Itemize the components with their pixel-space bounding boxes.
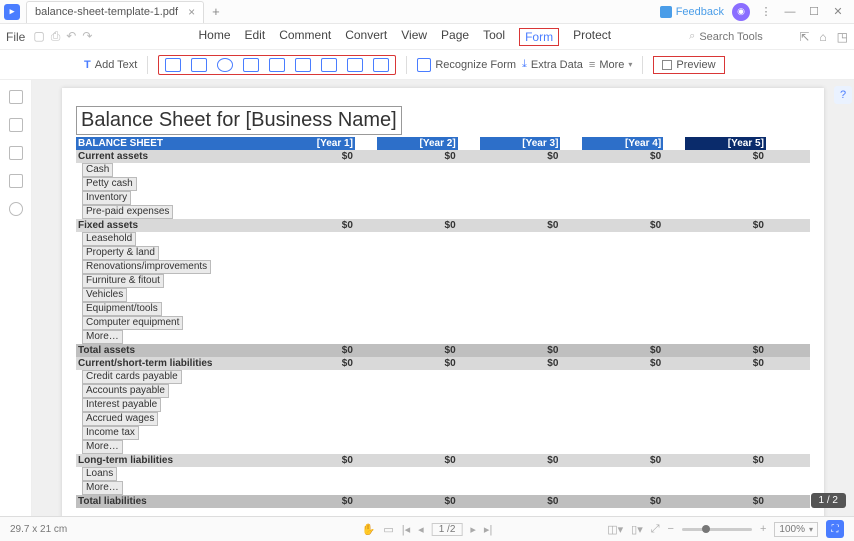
zoom-in-icon[interactable]: +: [760, 523, 766, 535]
feedback-icon: [660, 6, 672, 18]
zoom-value[interactable]: 100%▾: [774, 522, 818, 537]
menu-convert[interactable]: Convert: [345, 28, 387, 46]
close-window-button[interactable]: ✕: [826, 5, 850, 18]
fit-icon[interactable]: ⤢: [651, 523, 660, 536]
add-tab-button[interactable]: +: [212, 4, 220, 19]
annotations-panel-icon[interactable]: [9, 146, 23, 160]
list-field-icon[interactable]: [269, 58, 285, 72]
menu-home[interactable]: Home: [198, 28, 230, 46]
close-tab-icon[interactable]: ×: [188, 5, 195, 19]
fullscreen-button[interactable]: ⛶: [826, 520, 844, 538]
page-number[interactable]: 1 /2: [432, 523, 463, 536]
form-field[interactable]: Cash: [82, 163, 113, 177]
form-field[interactable]: Property & land: [82, 246, 159, 260]
text-field-icon[interactable]: [165, 58, 181, 72]
balance-sheet-table: BALANCE SHEET[Year 1][Year 2][Year 3][Ye…: [76, 137, 810, 516]
signature-field-icon[interactable]: [347, 58, 363, 72]
preview-button[interactable]: Preview: [653, 56, 724, 74]
document-page: Balance Sheet for [Business Name] BALANC…: [62, 88, 824, 516]
image-field-icon[interactable]: [321, 58, 337, 72]
preview-icon: [662, 60, 672, 70]
tab-filename: balance-sheet-template-1.pdf: [35, 6, 178, 18]
form-field[interactable]: Pre-paid expenses: [82, 205, 173, 219]
document-tab[interactable]: balance-sheet-template-1.pdf ×: [26, 1, 204, 23]
select-tool-icon[interactable]: ▭: [383, 523, 393, 536]
bookmarks-panel-icon[interactable]: [9, 118, 23, 132]
prev-page-icon[interactable]: ◂: [418, 523, 424, 536]
attachments-panel-icon[interactable]: [9, 174, 23, 188]
fit-width-icon[interactable]: ◫▾: [607, 523, 623, 536]
form-field[interactable]: Credit cards payable: [82, 370, 182, 384]
menu-view[interactable]: View: [401, 28, 427, 46]
zoom-out-icon[interactable]: −: [668, 523, 674, 535]
home-icon[interactable]: ⌂: [819, 30, 826, 44]
form-field[interactable]: More…: [82, 440, 123, 454]
more-button[interactable]: ≡More▾: [589, 59, 633, 71]
page-dimensions: 29.7 x 21 cm: [10, 524, 67, 535]
checkbox-field-icon[interactable]: [191, 58, 207, 72]
form-field[interactable]: Income tax: [82, 426, 139, 440]
button-field-icon[interactable]: [295, 58, 311, 72]
recognize-form-button[interactable]: Recognize Form: [417, 58, 516, 72]
redo-icon[interactable]: ↷: [82, 29, 92, 44]
hand-tool-icon[interactable]: ✋: [362, 523, 376, 536]
form-field[interactable]: Vehicles: [82, 288, 127, 302]
share-icon[interactable]: ⇱: [799, 30, 809, 44]
form-field[interactable]: Inventory: [82, 191, 131, 205]
user-avatar[interactable]: ◉: [732, 3, 750, 21]
minimize-button[interactable]: —: [778, 6, 802, 18]
expand-icon[interactable]: ◳: [837, 30, 848, 44]
zoom-slider[interactable]: [682, 528, 752, 531]
feedback-link[interactable]: Feedback: [660, 6, 724, 18]
search-icon: ⌕: [689, 30, 695, 43]
date-field-icon[interactable]: [373, 58, 389, 72]
form-field[interactable]: Loans: [82, 467, 117, 481]
form-field[interactable]: More…: [82, 481, 123, 495]
recognize-icon: [417, 58, 431, 72]
menu-tool[interactable]: Tool: [483, 28, 505, 46]
save-icon[interactable]: ▢: [33, 29, 44, 44]
form-field[interactable]: Leasehold: [82, 232, 136, 246]
page-indicator: 1 / 2: [811, 493, 846, 508]
thumbnails-panel-icon[interactable]: [9, 90, 23, 104]
file-menu[interactable]: File: [6, 30, 25, 44]
search-input[interactable]: [699, 31, 779, 43]
menu-edit[interactable]: Edit: [245, 28, 266, 46]
kebab-icon[interactable]: ⋮: [754, 5, 778, 18]
radio-field-icon[interactable]: [217, 58, 233, 72]
next-page-icon[interactable]: ▸: [470, 523, 476, 536]
fields-panel-icon[interactable]: [9, 202, 23, 216]
form-field[interactable]: Petty cash: [82, 177, 137, 191]
form-field[interactable]: Furniture & fitout: [82, 274, 164, 288]
last-page-icon[interactable]: ▸|: [484, 523, 492, 536]
form-tools-group: [158, 55, 396, 75]
app-icon: ▸: [4, 4, 20, 20]
menu-comment[interactable]: Comment: [279, 28, 331, 46]
print-icon[interactable]: ⎙: [51, 29, 61, 44]
menu-form[interactable]: Form: [519, 28, 559, 46]
add-text-button[interactable]: TAdd Text: [84, 59, 137, 71]
form-field[interactable]: Interest payable: [82, 398, 161, 412]
document-title[interactable]: Balance Sheet for [Business Name]: [76, 106, 402, 135]
form-field[interactable]: Accrued wages: [82, 412, 158, 426]
form-field[interactable]: More…: [82, 330, 123, 344]
form-field[interactable]: Accounts payable: [82, 384, 169, 398]
help-icon[interactable]: ?: [834, 86, 852, 104]
undo-icon[interactable]: ↶: [66, 29, 76, 44]
form-field[interactable]: Renovations/improvements: [82, 260, 211, 274]
single-page-icon[interactable]: ▯▾: [631, 523, 643, 536]
menu-protect[interactable]: Protect: [573, 28, 611, 46]
first-page-icon[interactable]: |◂: [402, 523, 410, 536]
combo-field-icon[interactable]: [243, 58, 259, 72]
extra-data-button[interactable]: ⤓Extra Data: [522, 58, 583, 71]
menu-page[interactable]: Page: [441, 28, 469, 46]
maximize-button[interactable]: ☐: [802, 5, 826, 18]
form-field[interactable]: Computer equipment: [82, 316, 183, 330]
form-field[interactable]: Equipment/tools: [82, 302, 162, 316]
